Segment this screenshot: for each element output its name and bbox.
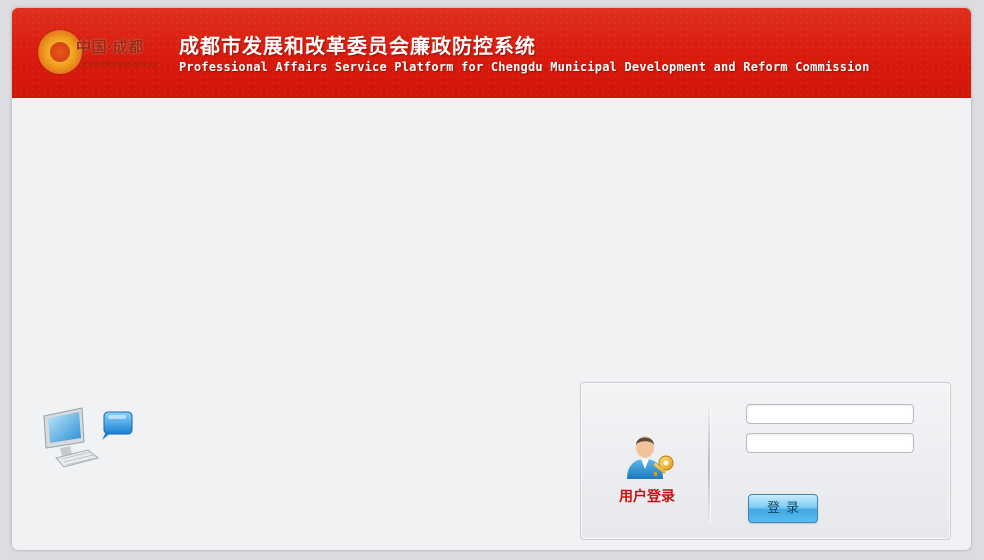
header-banner: 中国·成都 www.chengdu.gov.cn 成都市发展和改革委员会廉政防控…: [12, 8, 971, 98]
username-input[interactable]: [746, 404, 914, 424]
page-title: 成都市发展和改革委员会廉政防控系统: [179, 34, 536, 58]
logo-url: www.chengdu.gov.cn: [82, 60, 157, 68]
computer-network-icon: [43, 407, 133, 468]
user-key-icon: [627, 436, 674, 479]
logo-text: 中国·成都: [76, 38, 144, 56]
login-button[interactable]: 登录: [748, 494, 818, 523]
divider: [708, 405, 710, 523]
app-window: 中国·成都 www.chengdu.gov.cn 成都市发展和改革委员会廉政防控…: [12, 8, 971, 550]
city-logo-icon: 中国·成都 www.chengdu.gov.cn: [34, 26, 164, 82]
login-label: 用户登录: [619, 489, 675, 505]
page-subtitle: Professional Affairs Service Platform fo…: [179, 60, 870, 74]
password-input[interactable]: [746, 433, 914, 453]
login-panel: 用户登录 登录: [580, 382, 951, 540]
